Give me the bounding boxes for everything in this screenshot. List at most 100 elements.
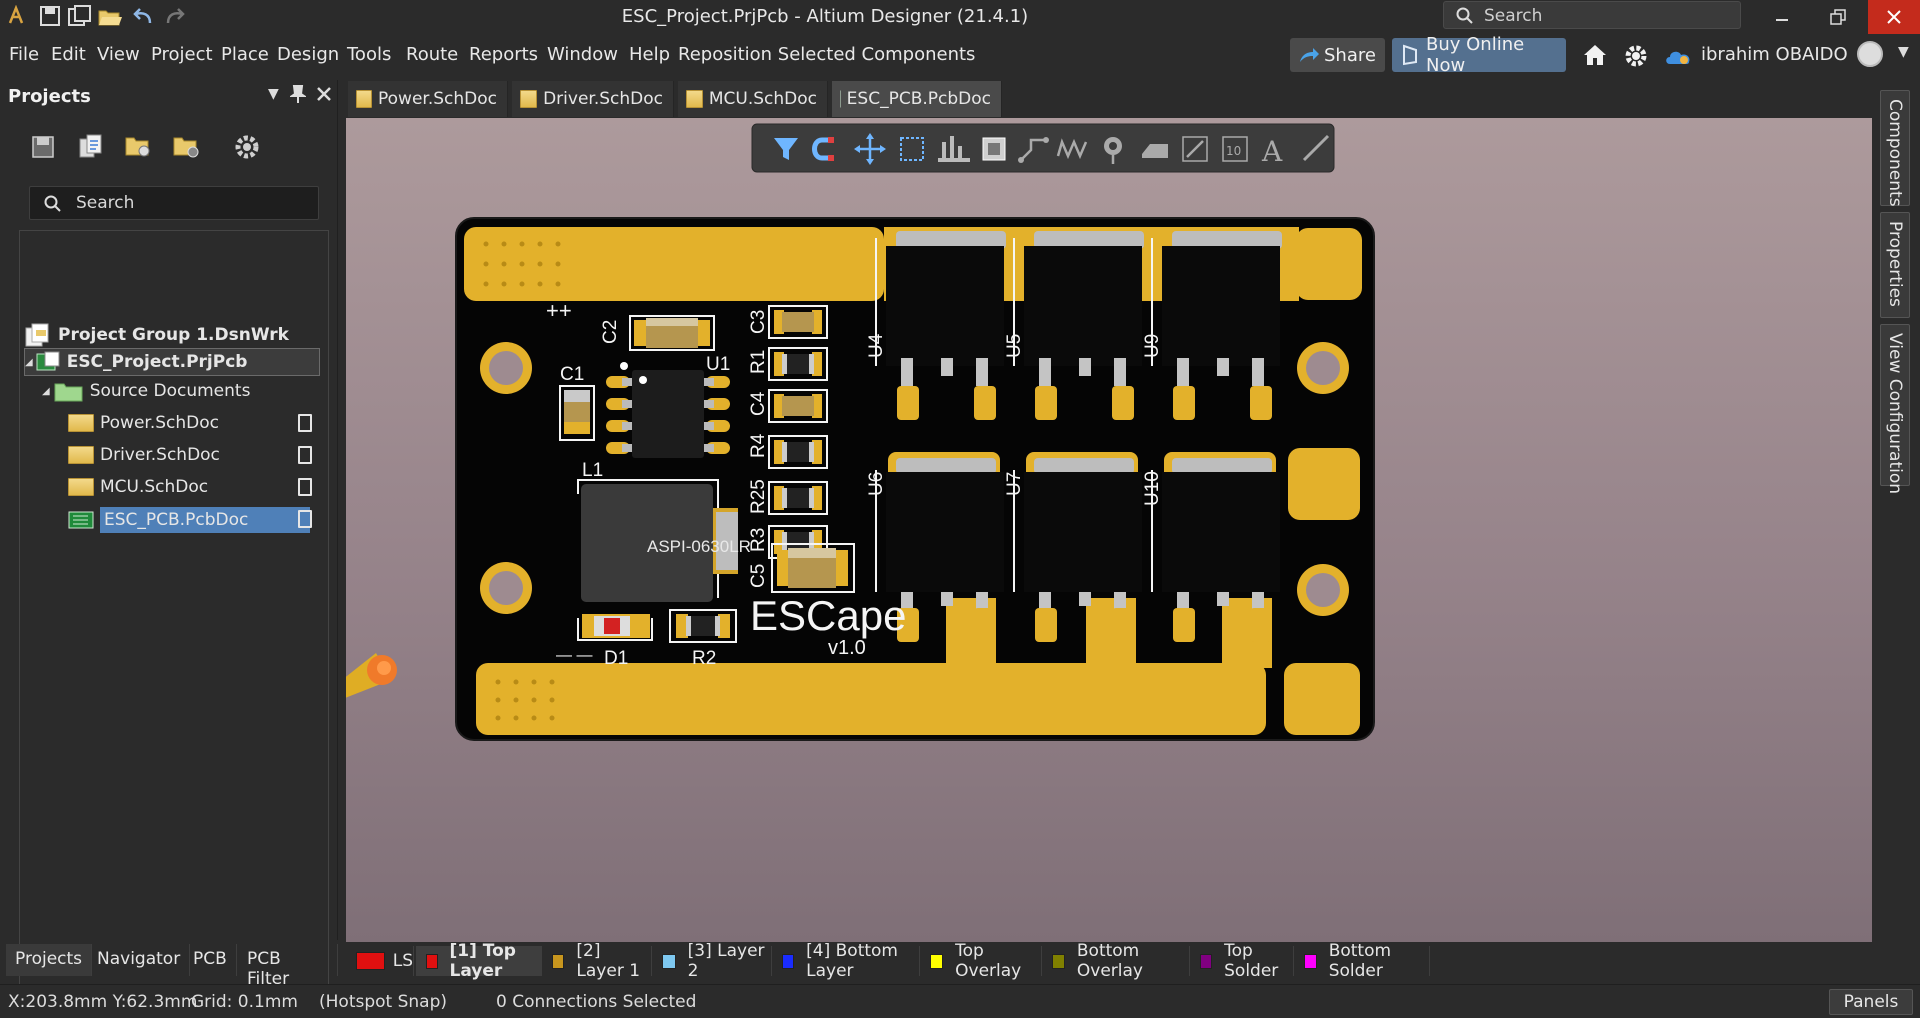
pcb-canvas[interactable]: 10 A ++ — — C2 C1 U1 L1 ASPI-0630LR C3 R… [346,118,1872,942]
label-u7: U7 [1004,472,1025,496]
expand-arrow-icon[interactable]: ◢ [25,357,33,368]
pcb-project-icon [36,351,60,371]
panel-settings-gear-icon[interactable] [230,130,264,164]
tab-projects[interactable]: Projects [6,944,93,976]
menu-help[interactable]: Help [629,44,670,65]
side-tab-view-configuration[interactable]: View Configuration [1880,324,1910,494]
menu-place[interactable]: Place [221,44,269,65]
menu-route[interactable]: Route [406,44,458,65]
menu-edit[interactable]: Edit [51,44,86,65]
user-name[interactable]: ibrahim OBAIDO [1701,44,1848,65]
project-options-icon[interactable] [122,130,156,164]
layer-set-button[interactable]: LS [352,946,414,976]
buy-online-button[interactable]: Buy Online Now [1392,34,1566,76]
layer-tab-bottom-solder[interactable]: Bottom Solder [1294,941,1430,981]
diode-d1[interactable] [577,614,653,641]
side-tab-properties[interactable]: Properties [1880,212,1910,318]
menu-window[interactable]: Window [547,44,618,65]
tree-project-group[interactable]: Project Group 1.DsnWrk [24,321,289,349]
layer-tab-layer-1[interactable]: [2] Layer 1 [542,941,652,981]
folder-icon [54,383,83,402]
tree-doc-driver[interactable]: Driver.SchDoc [68,441,326,469]
menu-project[interactable]: Project [151,44,213,65]
panel-menu-icon[interactable]: ▼ [268,86,279,102]
schematic-doc-icon [686,90,703,108]
panels-label: Panels [1843,992,1899,1012]
svg-text:A: A [1261,135,1283,168]
menu-tools[interactable]: Tools [347,44,391,65]
layer-tab-bottom-layer[interactable]: [4] Bottom Layer [772,941,920,981]
menu-reposition-selected-components[interactable]: Reposition Selected Components [678,44,975,65]
layer-swatch [662,953,676,969]
menu-file[interactable]: File [9,44,39,65]
close-icon [1887,10,1901,24]
document-icon [298,478,312,496]
layer-tab-top-layer[interactable]: [1] Top Layer [416,941,542,981]
buy-online-label: Buy Online Now [1426,34,1525,76]
label-u4: U4 [866,333,887,358]
expand-arrow-icon[interactable]: ◢ [42,386,50,397]
panels-button[interactable]: Panels [1829,989,1913,1015]
label-r4: R4 [748,433,769,458]
schematic-doc-icon [356,90,372,108]
doc-tab-label: Driver.SchDoc [543,89,663,109]
chevron-down-icon[interactable]: ▼ [1898,44,1909,60]
close-button[interactable] [1868,0,1920,34]
place-component-icon[interactable] [982,137,1006,161]
tab-pcb[interactable]: PCB [184,944,237,976]
home-icon[interactable] [1582,43,1608,72]
menu-design[interactable]: Design [277,44,339,65]
tab-pcb-filter[interactable]: PCB Filter [238,944,338,989]
doc-tab-driver[interactable]: Driver.SchDoc [512,81,674,117]
document-icon [298,414,312,432]
layer-tab-top-solder[interactable]: Top Solder [1190,941,1294,981]
doc-tab-label: ESC_PCB.PcbDoc [846,89,991,109]
tab-navigator[interactable]: Navigator [88,944,191,976]
capacitor-c2[interactable] [629,315,715,351]
share-button[interactable]: Share [1290,38,1385,72]
settings-gear-icon[interactable] [1623,43,1649,74]
project-search-input[interactable]: Search [29,186,319,220]
menu-view[interactable]: View [97,44,140,65]
tree-project[interactable]: ◢ ESC_Project.PrjPcb [24,348,320,376]
global-search-input[interactable]: Search [1443,1,1741,29]
pin-icon[interactable] [288,84,308,109]
label-u9: U9 [1142,334,1163,358]
projects-panel: Projects ▼ Search Project Group 1.DsnWrk… [0,80,338,1010]
grid-size: Grid: 0.1mm [191,992,298,1012]
layer-tab-bottom-overlay[interactable]: Bottom Overlay [1042,941,1190,981]
doc-tab-pcb[interactable]: ESC_PCB.PcbDoc [832,81,1002,117]
restore-button[interactable] [1813,0,1863,34]
connections-selected: 0 Connections Selected [496,992,697,1012]
tree-doc-pcb[interactable]: ESC_PCB.PcbDoc [68,505,326,535]
capacitor-c5-real[interactable] [771,543,855,593]
layer-label: Bottom Solder [1328,941,1392,981]
tree-doc-mcu[interactable]: MCU.SchDoc [68,473,326,501]
label-r2: R2 [692,648,716,669]
save-project-icon[interactable] [26,130,60,164]
minimize-button[interactable] [1757,0,1807,34]
schematic-doc-icon [68,478,94,496]
avatar[interactable] [1857,41,1883,67]
tree-source-documents[interactable]: ◢ Source Documents [42,377,250,405]
side-tab-components[interactable]: Components [1880,90,1910,207]
compile-documents-icon[interactable] [74,130,108,164]
cloud-user-icon [1664,44,1694,73]
project-history-icon[interactable] [170,130,204,164]
close-panel-icon[interactable] [316,86,332,107]
label-c2: C2 [600,320,621,344]
label-r25: R25 [748,479,769,514]
global-search-placeholder: Search [1484,6,1543,26]
doc-tab-power[interactable]: Power.SchDoc [348,81,508,117]
doc-tab-mcu[interactable]: MCU.SchDoc [678,81,828,117]
tree-doc-label: Driver.SchDoc [100,445,220,465]
minus-marks: — — [556,647,592,664]
layer-tab-layer-2[interactable]: [3] Layer 2 [652,941,772,981]
label-c3: C3 [748,310,769,334]
menu-reports[interactable]: Reports [469,44,538,65]
layer-tab-top-overlay[interactable]: Top Overlay [920,941,1042,981]
octopart-icon [1403,44,1417,66]
tree-doc-power[interactable]: Power.SchDoc [68,409,326,437]
capacitor-c1[interactable] [559,385,595,441]
place-string-icon[interactable]: A [1261,135,1283,168]
